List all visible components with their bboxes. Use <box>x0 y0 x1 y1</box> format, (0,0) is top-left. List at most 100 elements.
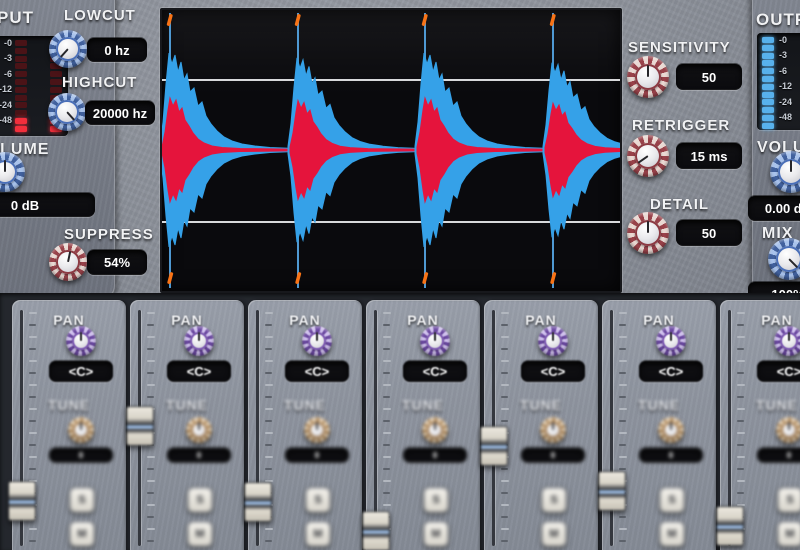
fader-tick <box>737 468 744 470</box>
fader-tick <box>619 360 627 362</box>
pan-knob[interactable] <box>184 326 214 356</box>
output-volume-knob[interactable] <box>770 151 800 193</box>
meter-led <box>762 92 774 98</box>
meter-scale-label: -3 <box>779 50 787 60</box>
channel-mute-button[interactable]: M <box>305 521 331 547</box>
pan-value-display[interactable]: <C> <box>167 361 231 382</box>
channel-solo-button[interactable]: S <box>423 487 449 513</box>
fader-tick <box>29 468 36 470</box>
fader-tick <box>29 360 37 362</box>
fader-tick <box>619 540 626 542</box>
detail-knob[interactable] <box>627 212 669 254</box>
channel-mute-button[interactable]: M <box>423 521 449 547</box>
channel-fader-handle[interactable] <box>716 506 744 546</box>
retrigger-value[interactable]: 15 ms <box>676 143 742 169</box>
pan-knob[interactable] <box>302 326 332 356</box>
fader-tick <box>383 336 391 338</box>
channel-mute-button[interactable]: M <box>659 521 685 547</box>
sensitivity-knob[interactable] <box>627 56 669 98</box>
pan-value-display[interactable]: <C> <box>403 361 467 382</box>
tune-value-display[interactable]: 0 <box>285 448 349 463</box>
waveform-display[interactable] <box>160 8 622 293</box>
pan-value-display[interactable]: <C> <box>49 361 113 382</box>
channel-solo-button[interactable]: S <box>305 487 331 513</box>
fader-tick <box>147 360 155 362</box>
tune-knob[interactable] <box>776 417 800 443</box>
pan-knob[interactable] <box>66 326 96 356</box>
fader-tick <box>383 348 390 350</box>
detail-label: DETAIL <box>650 196 709 213</box>
pan-knob[interactable] <box>420 326 450 356</box>
tune-knob[interactable] <box>422 417 448 443</box>
tune-value-display[interactable]: 0 <box>521 448 585 463</box>
channel-solo-button[interactable]: S <box>777 487 800 513</box>
pan-knob[interactable] <box>538 326 568 356</box>
input-label: INPUT <box>0 8 34 28</box>
pan-value-display[interactable]: <C> <box>285 361 349 382</box>
lowcut-value[interactable]: 0 hz <box>87 38 147 62</box>
input-volume-knob[interactable] <box>0 152 25 192</box>
channel-fader-handle[interactable] <box>8 481 36 521</box>
meter-scale-label: -0 <box>779 35 787 45</box>
pan-value-display[interactable]: <C> <box>521 361 585 382</box>
suppress-knob[interactable] <box>49 243 87 281</box>
fader-tick <box>737 444 744 446</box>
suppress-label: SUPPRESS <box>64 226 154 243</box>
lowcut-knob[interactable] <box>49 30 87 68</box>
suppress-value[interactable]: 54% <box>87 250 147 275</box>
channel-mute-button[interactable]: M <box>777 521 800 547</box>
channel-fader-handle[interactable] <box>598 471 626 511</box>
knob-pointer <box>552 422 555 430</box>
highcut-knob[interactable] <box>48 93 86 131</box>
tune-knob[interactable] <box>186 417 212 443</box>
knob-pointer <box>788 258 799 269</box>
trigger-flag-icon <box>166 14 172 26</box>
channel-solo-button[interactable]: S <box>69 487 95 513</box>
output-label: OUTPUT <box>756 10 800 30</box>
fader-tick <box>265 336 273 338</box>
fader-tick <box>265 384 273 386</box>
knob-pointer <box>4 160 7 172</box>
channel-fader-handle[interactable] <box>480 426 508 466</box>
meter-led <box>15 95 27 101</box>
input-volume-value[interactable]: 0 dB <box>0 193 95 217</box>
fader-tick <box>383 468 390 470</box>
output-volume-value[interactable]: 0.00 dB <box>748 196 800 221</box>
knob-pointer <box>316 332 319 341</box>
channel-mute-button[interactable]: M <box>187 521 213 547</box>
detail-value[interactable]: 50 <box>676 220 742 246</box>
meter-led <box>15 110 27 116</box>
sensitivity-value[interactable]: 50 <box>676 64 742 90</box>
tune-value-display[interactable]: 0 <box>403 448 467 463</box>
channel-mute-button[interactable]: M <box>69 521 95 547</box>
fader-tick <box>147 348 154 350</box>
tune-value-display[interactable]: 0 <box>167 448 231 463</box>
channel-fader-handle[interactable] <box>244 482 272 522</box>
retrigger-knob[interactable] <box>627 135 669 177</box>
fader-tick <box>265 348 272 350</box>
pan-knob[interactable] <box>656 326 686 356</box>
channel-solo-button[interactable]: S <box>187 487 213 513</box>
meter-led <box>15 40 27 46</box>
fader-tick <box>147 336 155 338</box>
channel-solo-button[interactable]: S <box>659 487 685 513</box>
tune-knob[interactable] <box>304 417 330 443</box>
pan-value-display[interactable]: <C> <box>757 361 800 382</box>
pan-knob[interactable] <box>774 326 800 356</box>
fader-tick <box>147 384 155 386</box>
tune-value-display[interactable]: 0 <box>639 448 703 463</box>
tune-value-display[interactable]: 0 <box>49 448 113 463</box>
tune-value-display[interactable]: 0 <box>757 448 800 463</box>
channel-mute-button[interactable]: M <box>541 521 567 547</box>
tune-label: TUNE <box>130 397 244 413</box>
channel-solo-button[interactable]: S <box>541 487 567 513</box>
channel-fader-handle[interactable] <box>362 511 390 550</box>
tune-knob[interactable] <box>540 417 566 443</box>
tune-knob[interactable] <box>68 417 94 443</box>
tune-knob[interactable] <box>658 417 684 443</box>
fader-tick <box>619 384 627 386</box>
pan-value-display[interactable]: <C> <box>639 361 703 382</box>
meter-scale-label: -24 <box>779 97 792 107</box>
fader-tick <box>501 372 508 374</box>
highcut-value[interactable]: 20000 hz <box>85 101 155 125</box>
